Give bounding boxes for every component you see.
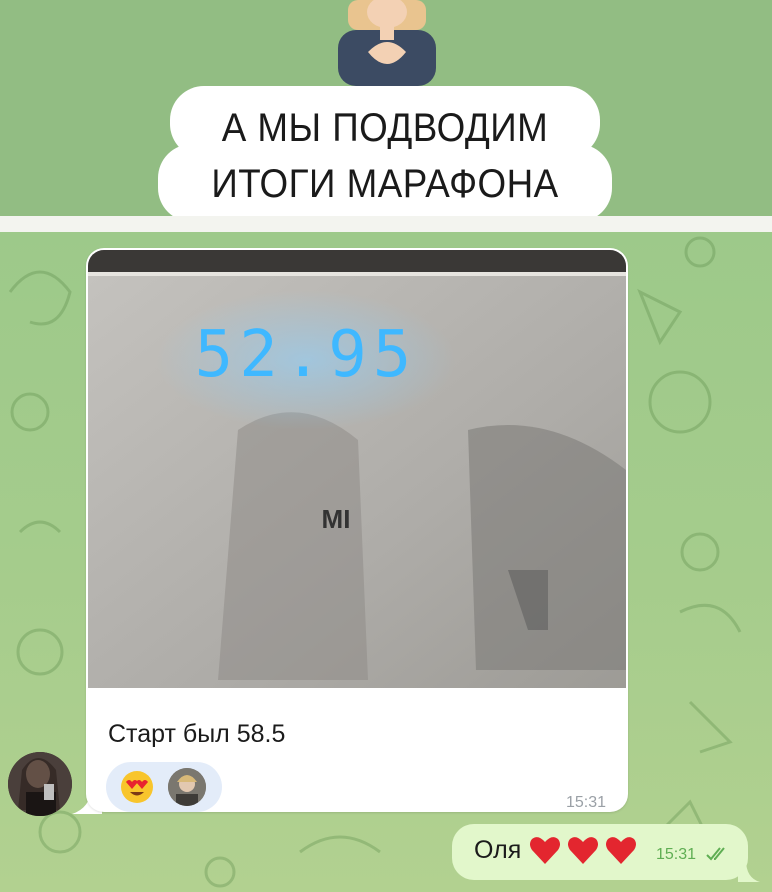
- read-checkmarks-icon: [706, 847, 725, 861]
- scale-reading: 52.95: [195, 318, 418, 392]
- hearts-row: [528, 834, 638, 870]
- outgoing-time: 15:31: [656, 846, 697, 863]
- reaction-user-avatar[interactable]: [168, 768, 206, 806]
- red-heart-icon: [568, 837, 598, 864]
- top-banner: А МЫ ПОДВОДИМ ИТОГИ МАРАФОНА: [0, 0, 772, 222]
- banner-title-line2: ИТОГИ МАРАФОНА: [211, 162, 559, 206]
- message-caption: Старт был 58.5: [108, 720, 286, 748]
- banner-title-line1: А МЫ ПОДВОДИМ: [221, 106, 549, 150]
- memoji-sticker: [338, 0, 436, 86]
- red-heart-icon: [606, 837, 636, 864]
- message-time: 15:31: [565, 794, 606, 811]
- incoming-message[interactable]: MI 52.95 Старт был 58.5 15:31: [86, 248, 628, 812]
- outgoing-text: Оля: [474, 836, 522, 864]
- banner-title: А МЫ ПОДВОДИМ ИТОГИ МАРАФОНА: [176, 100, 594, 212]
- scale-photo[interactable]: MI 52.95: [88, 250, 626, 688]
- reactions-bar[interactable]: [106, 762, 222, 812]
- divider: [0, 216, 772, 232]
- scale-brand-logo: MI: [322, 504, 351, 534]
- red-heart-icon: [530, 837, 560, 864]
- sender-avatar[interactable]: [8, 752, 72, 816]
- outgoing-message[interactable]: Оля 15:31: [452, 824, 748, 880]
- title-bubble: А МЫ ПОДВОДИМ ИТОГИ МАРАФОНА: [158, 86, 612, 222]
- chat-area[interactable]: MI 52.95 Старт был 58.5 15:31 Оля 15:31: [0, 232, 772, 892]
- heart-eyes-emoji-icon[interactable]: [120, 770, 154, 804]
